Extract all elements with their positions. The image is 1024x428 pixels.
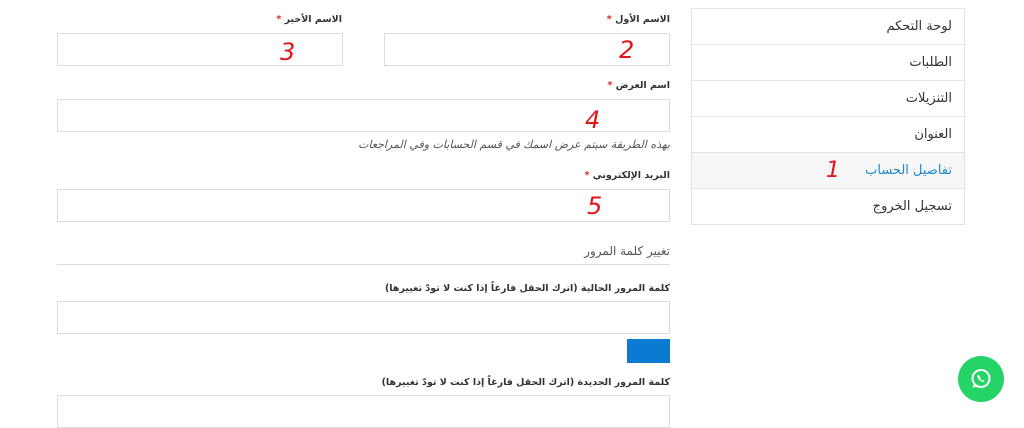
annotation-3: 3	[280, 38, 296, 66]
annotation-5: 5	[587, 192, 603, 220]
sidebar-item-label: العنوان	[914, 127, 952, 142]
new-password-label: كلمة المرور الجديدة (اترك الحقل فارغاً إ…	[381, 377, 670, 388]
whatsapp-chat-button[interactable]	[958, 356, 1004, 402]
sidebar-item-downloads[interactable]: التنزيلات	[692, 81, 964, 117]
current-password-field[interactable]	[57, 301, 670, 334]
section-divider	[57, 264, 670, 265]
required-mark: *	[607, 80, 613, 91]
password-visibility-button[interactable]	[627, 339, 670, 363]
sidebar-item-logout[interactable]: تسجيل الخروج	[692, 189, 964, 225]
sidebar-item-label: لوحة التحكم	[886, 19, 952, 34]
display-name-label: اسم العرض *	[607, 80, 670, 91]
sidebar-item-label: تفاصيل الحساب	[865, 163, 952, 178]
annotation-4: 4	[585, 106, 601, 134]
sidebar-item-label: تسجيل الخروج	[872, 199, 952, 214]
display-name-label-text: اسم العرض	[615, 80, 670, 91]
last-name-field[interactable]	[57, 33, 343, 66]
email-label-text: البريد الإلكتروني	[592, 170, 670, 181]
account-sidebar: لوحة التحكم الطلبات التنزيلات العنوان تف…	[691, 8, 965, 225]
whatsapp-icon	[971, 369, 991, 388]
display-name-hint: بهذه الطريقة سيتم عرض اسمك في قسم الحساب…	[358, 138, 670, 151]
email-field[interactable]	[57, 189, 670, 222]
sidebar-item-orders[interactable]: الطلبات	[692, 45, 964, 81]
annotation-1: 1	[826, 158, 840, 183]
required-mark: *	[584, 170, 590, 181]
sidebar-item-dashboard[interactable]: لوحة التحكم	[692, 9, 964, 45]
first-name-label-text: الاسم الأول	[615, 14, 670, 25]
sidebar-item-label: التنزيلات	[905, 91, 952, 106]
required-mark: *	[276, 14, 282, 25]
annotation-2: 2	[619, 36, 635, 64]
last-name-label-text: الاسم الأخير	[284, 14, 342, 25]
required-mark: *	[606, 14, 612, 25]
display-name-field[interactable]	[57, 99, 670, 132]
last-name-label: الاسم الأخير *	[276, 14, 342, 25]
sidebar-item-address[interactable]: العنوان	[692, 117, 964, 153]
password-section-title: تغيير كلمة المرور	[584, 244, 670, 258]
current-password-label: كلمة المرور الحالية (اترك الحقل فارغاً إ…	[384, 283, 670, 294]
sidebar-item-label: الطلبات	[909, 55, 952, 70]
email-label: البريد الإلكتروني *	[584, 170, 670, 181]
first-name-label: الاسم الأول *	[607, 14, 670, 25]
new-password-field[interactable]	[57, 395, 670, 428]
